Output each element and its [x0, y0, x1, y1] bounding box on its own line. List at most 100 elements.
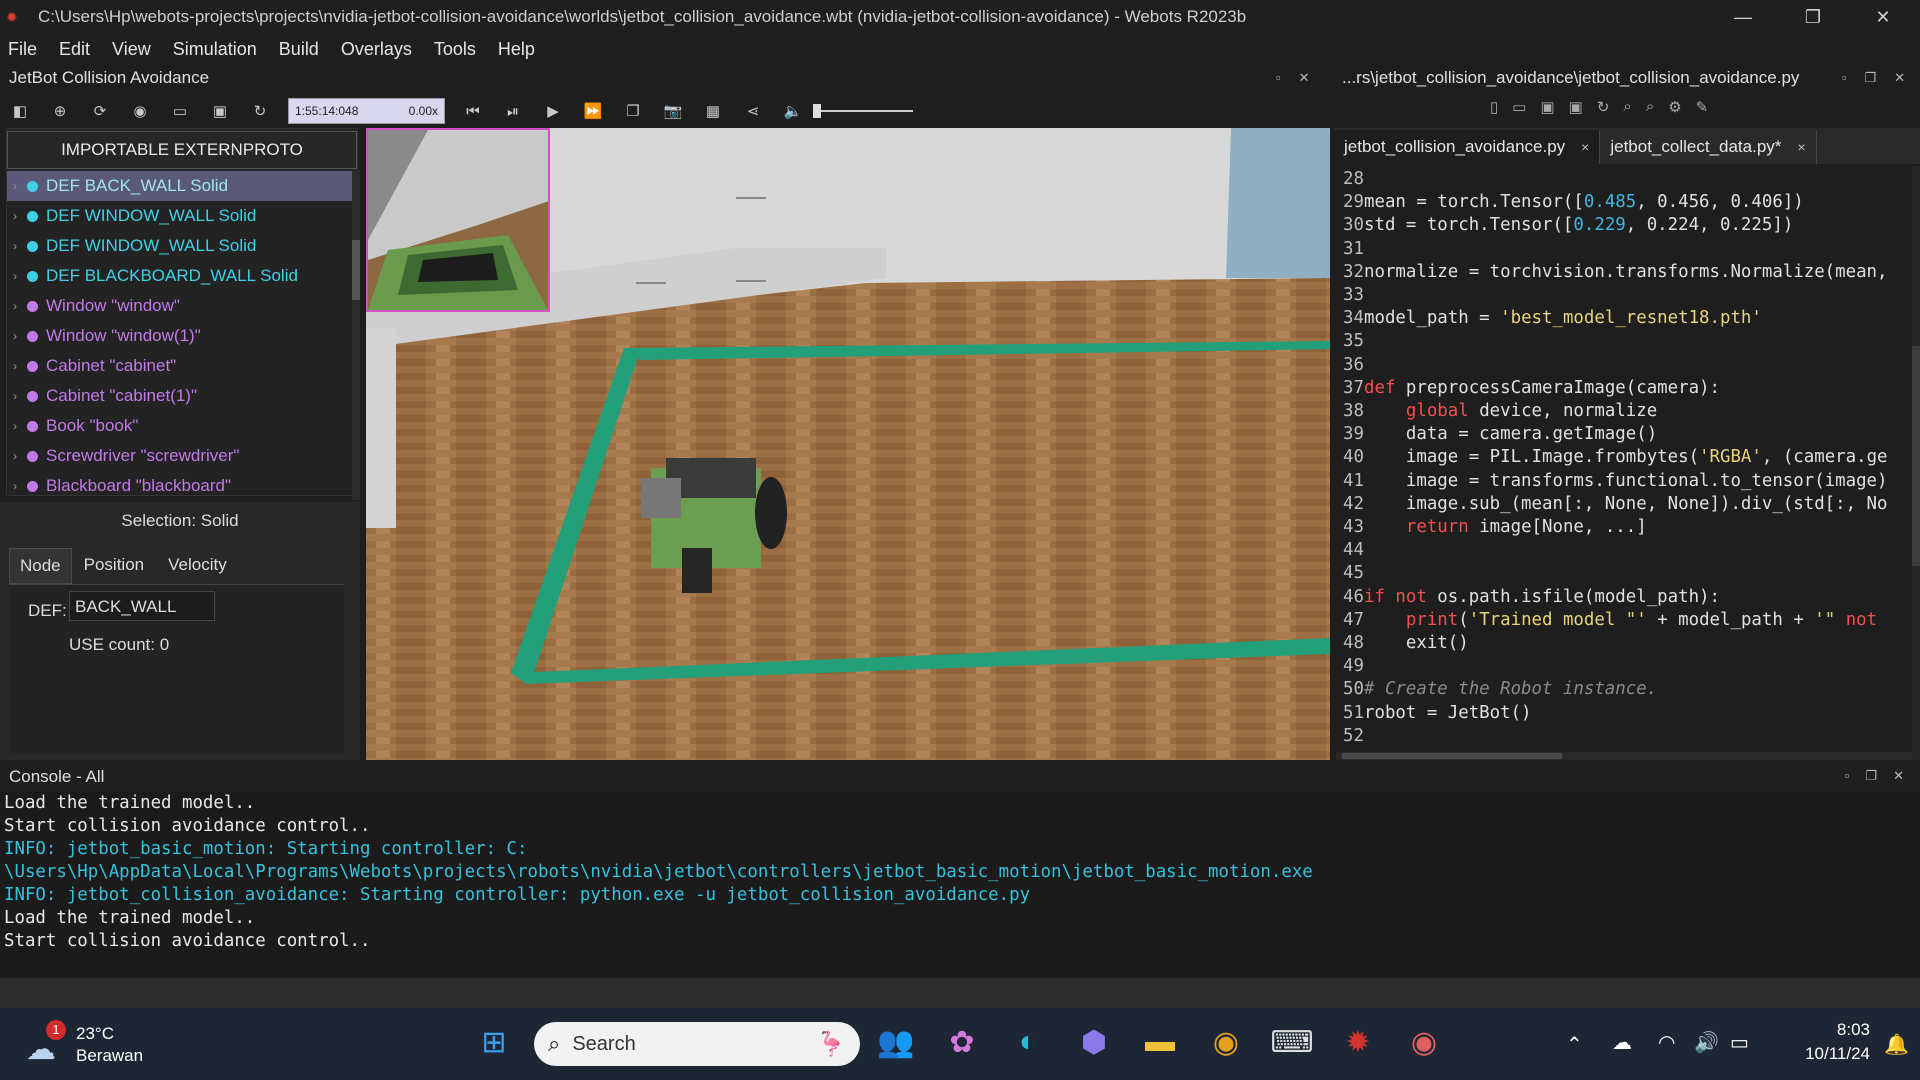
scene-tree-item[interactable]: › Cabinet "cabinet"	[7, 351, 357, 381]
wifi-icon[interactable]: ◠	[1658, 1030, 1675, 1055]
app-icon[interactable]: ⬢	[1072, 1020, 1116, 1064]
open-file-icon[interactable]: ▭	[1512, 98, 1526, 116]
save-as-icon[interactable]: ▣	[1569, 98, 1583, 116]
save-file-icon[interactable]: ▣	[1540, 98, 1554, 116]
fast-forward-icon[interactable]: ⏩	[573, 97, 613, 125]
3d-viewport[interactable]	[366, 128, 1330, 760]
eye-icon[interactable]: ◉	[120, 97, 160, 125]
menu-overlays[interactable]: Overlays	[341, 39, 412, 60]
volume-icon[interactable]: 🔈	[773, 97, 813, 125]
scene-tree-item[interactable]: › DEF BACK_WALL Solid	[7, 171, 357, 201]
maximize-icon[interactable]: ❐	[1865, 768, 1877, 784]
tab-jetbot-collect-data[interactable]: jetbot_collect_data.py* ×	[1600, 130, 1817, 164]
build-icon[interactable]: ✎	[1696, 98, 1709, 116]
close-dock-icon[interactable]: ✕	[1299, 70, 1310, 86]
reload-world-icon[interactable]: ↻	[240, 97, 280, 125]
terminal-icon[interactable]: ⌨	[1270, 1020, 1314, 1064]
expand-arrow-icon[interactable]: ›	[13, 359, 27, 373]
float-icon[interactable]: ▫	[1276, 70, 1281, 86]
play-icon[interactable]: ▶	[533, 97, 573, 125]
scene-tree-item[interactable]: › Blackboard "blackboard"	[7, 471, 357, 501]
maximize-icon[interactable]: ❐	[1865, 70, 1877, 86]
menu-build[interactable]: Build	[279, 39, 319, 60]
float-icon[interactable]: ▫	[1842, 70, 1847, 86]
expand-arrow-icon[interactable]: ›	[13, 269, 27, 283]
settings-icon[interactable]: ⚙	[1668, 98, 1681, 116]
reset-view-icon[interactable]: ⟳	[80, 97, 120, 125]
record-movie-icon[interactable]: ▦	[693, 97, 733, 125]
restore-button[interactable]: ❐	[1784, 0, 1842, 34]
chrome-profile-icon[interactable]: ◉	[1402, 1020, 1446, 1064]
expand-arrow-icon[interactable]: ›	[13, 209, 27, 223]
toggle-scene-tree-icon[interactable]: ◧	[0, 97, 40, 125]
console-output[interactable]: Load the trained model.. Start collision …	[0, 792, 1920, 953]
close-tab-icon[interactable]: ×	[1797, 139, 1805, 155]
tab-node[interactable]: Node	[9, 548, 72, 584]
revert-icon[interactable]: ↻	[1597, 98, 1610, 116]
scene-tree-item[interactable]: › Cabinet "cabinet(1)"	[7, 381, 357, 411]
step-icon[interactable]: ⏯	[493, 97, 533, 125]
expand-arrow-icon[interactable]: ›	[13, 329, 27, 343]
menu-file[interactable]: File	[8, 39, 37, 60]
replace-icon[interactable]: ⌕	[1646, 98, 1654, 116]
def-input[interactable]: BACK_WALL	[69, 591, 215, 621]
tab-velocity[interactable]: Velocity	[156, 548, 239, 584]
file-explorer-icon[interactable]: ▬	[1138, 1020, 1182, 1064]
scene-tree-item[interactable]: › Window "window(1)"	[7, 321, 357, 351]
tab-position[interactable]: Position	[72, 548, 156, 584]
camera-overlay[interactable]	[366, 128, 550, 312]
importable-externproto-header[interactable]: IMPORTABLE EXTERNPROTO	[7, 131, 357, 169]
expand-arrow-icon[interactable]: ›	[13, 299, 27, 313]
scene-tree-item[interactable]: › Book "book"	[7, 411, 357, 441]
menu-tools[interactable]: Tools	[434, 39, 476, 60]
expand-arrow-icon[interactable]: ›	[13, 419, 27, 433]
notification-bell-icon[interactable]: 🔔	[1884, 1032, 1909, 1057]
close-console-icon[interactable]: ✕	[1893, 768, 1904, 784]
expand-arrow-icon[interactable]: ›	[13, 449, 27, 463]
render-toggle-icon[interactable]: ❐	[613, 97, 653, 125]
clock[interactable]: 8:03 10/11/24	[1780, 1020, 1870, 1064]
taskbar-search[interactable]: ⌕ Search 🦩	[534, 1022, 860, 1066]
start-icon[interactable]: ⊞	[472, 1020, 516, 1064]
add-node-icon[interactable]: ⊕	[40, 97, 80, 125]
scene-tree-item[interactable]: › DEF BLACKBOARD_WALL Solid	[7, 261, 357, 291]
edge-icon[interactable]: ◐	[1006, 1020, 1050, 1064]
float-icon[interactable]: ▫	[1845, 768, 1850, 784]
expand-arrow-icon[interactable]: ›	[13, 479, 27, 493]
screenshot-icon[interactable]: 📷	[653, 97, 693, 125]
open-world-icon[interactable]: ▭	[160, 97, 200, 125]
close-editor-icon[interactable]: ✕	[1894, 70, 1905, 86]
minimize-button[interactable]: —	[1714, 0, 1772, 34]
close-tab-icon[interactable]: ×	[1581, 139, 1589, 155]
save-world-icon[interactable]: ▣	[200, 97, 240, 125]
reset-simulation-icon[interactable]: ⏮	[453, 97, 493, 125]
menu-view[interactable]: View	[112, 39, 151, 60]
menu-simulation[interactable]: Simulation	[173, 39, 257, 60]
webots-icon[interactable]: ✹	[1336, 1020, 1380, 1064]
expand-arrow-icon[interactable]: ›	[13, 389, 27, 403]
scene-tree-item[interactable]: › Window "window"	[7, 291, 357, 321]
show-hidden-icons[interactable]: ⌃	[1566, 1032, 1583, 1057]
weather-widget[interactable]: ☁ 1 23°C Berawan	[24, 1020, 154, 1070]
find-icon[interactable]: ⌕	[1623, 98, 1631, 116]
chrome-icon[interactable]: ◉	[1204, 1020, 1248, 1064]
share-icon[interactable]: ⋖	[733, 97, 773, 125]
expand-arrow-icon[interactable]: ›	[13, 239, 27, 253]
speaker-icon[interactable]: 🔊	[1694, 1030, 1719, 1055]
volume-slider[interactable]	[813, 101, 913, 121]
onedrive-icon[interactable]: ☁	[1612, 1030, 1632, 1055]
scene-tree-item[interactable]: › Screwdriver "screwdriver"	[7, 441, 357, 471]
battery-icon[interactable]: ▭	[1730, 1030, 1749, 1055]
menu-edit[interactable]: Edit	[59, 39, 90, 60]
scene-tree-item[interactable]: › DEF WINDOW_WALL Solid	[7, 231, 357, 261]
code-area[interactable]: 28 29mean = torch.Tensor([0.485, 0.456, 0…	[1334, 164, 1920, 748]
expand-arrow-icon[interactable]: ›	[13, 179, 27, 193]
new-file-icon[interactable]: ▯	[1490, 98, 1498, 116]
teams-icon[interactable]: 👥	[874, 1020, 918, 1064]
tab-jetbot-collision-avoidance[interactable]: jetbot_collision_avoidance.py ×	[1334, 130, 1601, 164]
code-hscrollbar[interactable]	[1336, 752, 1912, 760]
menu-help[interactable]: Help	[498, 39, 535, 60]
scene-tree-scrollbar[interactable]	[352, 170, 360, 500]
close-button[interactable]: ✕	[1854, 0, 1912, 34]
code-vscrollbar[interactable]	[1912, 166, 1920, 760]
